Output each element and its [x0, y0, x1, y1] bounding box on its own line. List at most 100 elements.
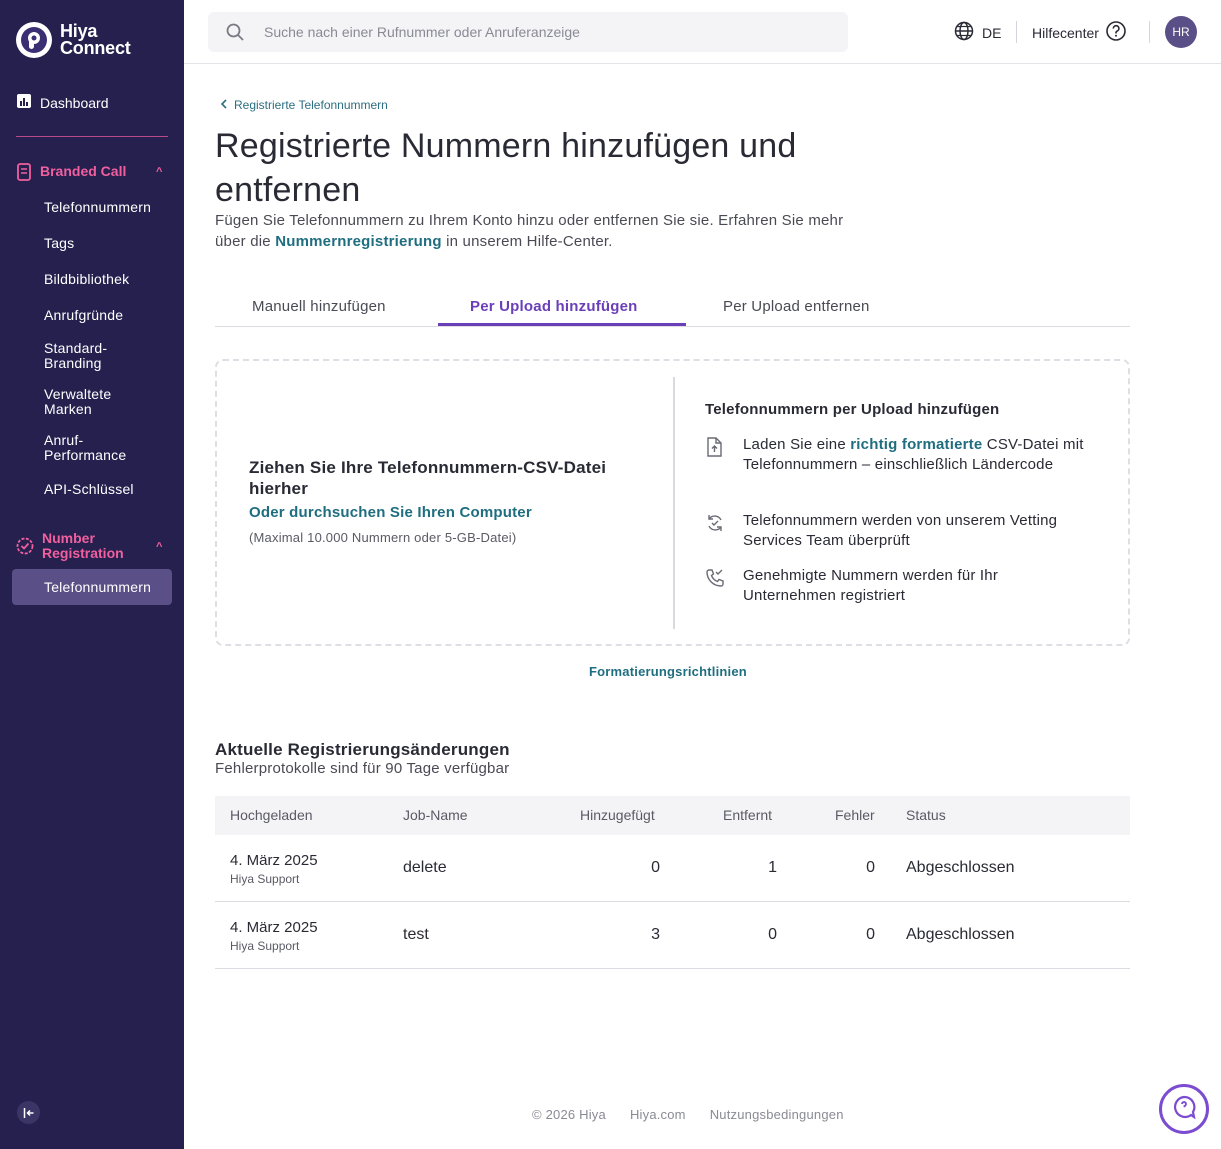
tab-upload-remove[interactable]: Per Upload entfernen — [723, 298, 870, 315]
sidebar-item-registration-telefonnummern[interactable]: Telefonnummern — [44, 580, 151, 595]
sidebar-item-anruf-performance[interactable]: Anruf-Performance — [44, 433, 144, 463]
upload-step-3: Genehmigte Nummern werden für Ihr Untern… — [705, 566, 1095, 606]
page-description: Fügen Sie Telefonnummern zu Ihrem Konto … — [215, 210, 855, 252]
avatar[interactable]: HR — [1165, 16, 1197, 48]
section-label: Branded Call — [40, 163, 127, 179]
chevron-left-icon — [220, 98, 228, 112]
dropzone-title: Ziehen Sie Ihre Telefonnummern-CSV-Datei… — [249, 458, 607, 498]
csv-dropzone[interactable]: Ziehen Sie Ihre Telefonnummern-CSV-Datei… — [215, 359, 1130, 646]
column-header-job-name[interactable]: Job-Name — [403, 807, 468, 823]
search-icon — [226, 23, 244, 46]
phone-device-icon — [16, 163, 32, 184]
back-link-label: Registrierte Telefonnummern — [234, 98, 388, 112]
badge-check-icon — [16, 531, 34, 558]
brand[interactable]: Hiya Connect — [16, 22, 131, 58]
sidebar-item-standard-branding[interactable]: Standard-Branding — [44, 341, 134, 371]
page-title: Registrierte Nummern hinzufügen und entf… — [215, 127, 797, 209]
uploaded-by: Hiya Support — [230, 939, 300, 953]
sidebar-item-tags[interactable]: Tags — [44, 236, 74, 251]
sidebar-item-dashboard[interactable]: Dashboard — [16, 93, 109, 112]
table-row[interactable]: 4. März 2025 Hiya Support delete 0 1 0 A… — [215, 835, 1130, 902]
upload-step-2: Telefonnummern werden von unserem Vettin… — [705, 511, 1095, 551]
header-divider — [1016, 21, 1017, 43]
removed-count: 0 — [768, 926, 777, 943]
sidebar: Hiya Connect Dashboard Branded Call ^ Te… — [0, 0, 184, 1149]
registration-changes-table: Hochgeladen Job-Name Hinzugefügt Entfern… — [215, 796, 1130, 969]
column-header-added[interactable]: Hinzugefügt — [580, 807, 655, 823]
formatted-csv-link[interactable]: richtig formatierte — [850, 436, 982, 453]
error-count: 0 — [866, 926, 875, 943]
sidebar-section-number-registration[interactable]: Number Registration ^ — [16, 531, 168, 561]
table-row[interactable]: 4. März 2025 Hiya Support test 3 0 0 Abg… — [215, 902, 1130, 969]
upload-step-1: Laden Sie eine richtig formatierte CSV-D… — [705, 435, 1095, 475]
status-text: Abgeschlossen — [906, 926, 1015, 943]
language-selector[interactable]: DE — [954, 21, 1001, 44]
description-text: in unserem Hilfe-Center. — [441, 233, 613, 250]
sidebar-item-anrufgruende[interactable]: Anrufgründe — [44, 308, 123, 323]
header-divider — [1149, 21, 1150, 43]
uploaded-by: Hiya Support — [230, 872, 300, 886]
column-header-status[interactable]: Status — [906, 807, 946, 823]
removed-count: 1 — [768, 859, 777, 876]
step-text: Genehmigte Nummern werden für Ihr Untern… — [743, 567, 999, 604]
sidebar-item-api-schluessel[interactable]: API-Schlüssel — [44, 482, 134, 497]
column-header-uploaded[interactable]: Hochgeladen — [230, 807, 313, 823]
section-label: Number Registration — [42, 530, 124, 561]
brand-name: Hiya Connect — [60, 21, 131, 58]
table-header: Hochgeladen Job-Name Hinzugefügt Entfern… — [215, 796, 1130, 835]
language-label: DE — [982, 24, 1002, 41]
hiya-logo-icon — [16, 22, 52, 58]
upload-date: 4. März 2025 — [230, 852, 318, 869]
recent-changes-subtitle: Fehlerprotokolle sind für 90 Tage verfüg… — [215, 760, 510, 777]
upload-date: 4. März 2025 — [230, 919, 318, 936]
collapse-sidebar-icon[interactable] — [17, 1101, 40, 1124]
sidebar-item-bildbibliothek[interactable]: Bildbibliothek — [44, 272, 129, 287]
step-text: Telefonnummern werden von unserem Vettin… — [743, 512, 1058, 549]
search-input[interactable] — [264, 22, 824, 42]
copyright-text: © 2026 Hiya — [532, 1107, 606, 1122]
job-name: delete — [403, 859, 447, 876]
back-link[interactable]: Registrierte Telefonnummern — [220, 98, 388, 112]
refresh-check-icon — [705, 511, 727, 551]
upload-steps-title: Telefonnummern per Upload hinzufügen — [705, 401, 1000, 418]
hiya-site-link[interactable]: Hiya.com — [630, 1107, 686, 1122]
globe-icon — [954, 21, 974, 44]
chevron-up-icon: ^ — [156, 166, 163, 178]
formatting-guidelines-link[interactable]: Formatierungsrichtlinien — [589, 664, 747, 679]
question-circle-icon — [1105, 20, 1127, 45]
help-center-link[interactable]: Hilfecenter — [1032, 20, 1127, 45]
browse-computer-link[interactable]: Oder durchsuchen Sie Ihren Computer — [249, 504, 532, 521]
job-name: test — [403, 926, 429, 943]
tab-upload-add[interactable]: Per Upload hinzufügen — [470, 298, 638, 315]
sidebar-divider — [16, 136, 168, 137]
column-header-errors[interactable]: Fehler — [835, 807, 875, 823]
number-registration-link[interactable]: Nummernregistrierung — [275, 233, 442, 250]
upload-limit-text: (Maximal 10.000 Nummern oder 5-GB-Datei) — [249, 530, 517, 545]
added-count: 3 — [651, 926, 660, 943]
column-header-removed[interactable]: Entfernt — [723, 807, 772, 823]
chat-bubble-icon — [1171, 1094, 1197, 1125]
phone-check-icon — [705, 566, 727, 606]
top-header: DE Hilfecenter HR — [184, 0, 1221, 64]
chevron-up-icon: ^ — [156, 541, 163, 553]
step-text: Laden Sie eine richtig formatierte CSV-D… — [743, 436, 1084, 473]
active-tab-indicator — [438, 323, 686, 326]
footer: © 2026 Hiya Hiya.com Nutzungsbedingungen — [532, 1107, 844, 1122]
sidebar-item-label: Dashboard — [40, 94, 109, 111]
help-label: Hilfecenter — [1032, 24, 1099, 41]
sidebar-item-verwaltete-marken[interactable]: Verwaltete Marken — [44, 387, 134, 417]
error-count: 0 — [866, 859, 875, 876]
file-upload-icon — [705, 435, 727, 475]
sidebar-item-telefonnummern[interactable]: Telefonnummern — [44, 200, 151, 215]
added-count: 0 — [651, 859, 660, 876]
support-chat-button[interactable] — [1159, 1084, 1209, 1134]
recent-changes-title: Aktuelle Registrierungsänderungen — [215, 740, 510, 759]
dropzone-divider — [673, 377, 675, 629]
tab-bar: Manuell hinzufügen Per Upload hinzufügen… — [215, 288, 1130, 327]
search-bar[interactable] — [208, 12, 848, 52]
status-text: Abgeschlossen — [906, 859, 1015, 876]
tab-manual-add[interactable]: Manuell hinzufügen — [252, 298, 386, 315]
sidebar-section-branded-call[interactable]: Branded Call ^ — [16, 163, 168, 184]
dashboard-icon — [16, 93, 32, 112]
terms-link[interactable]: Nutzungsbedingungen — [710, 1107, 844, 1122]
